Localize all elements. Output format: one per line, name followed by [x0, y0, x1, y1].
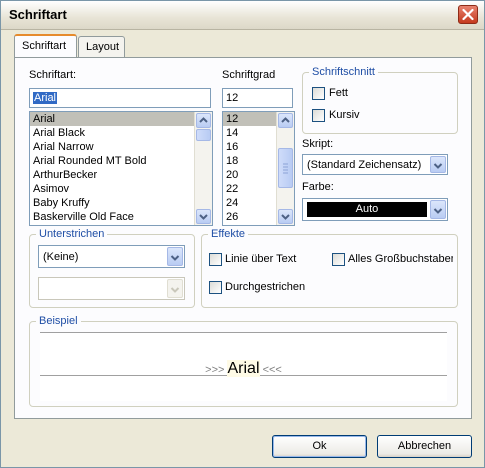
- script-select[interactable]: (Standard Zeichensatz): [302, 154, 448, 175]
- title-bar[interactable]: Schriftart: [1, 1, 484, 30]
- preview-left-marker: >>>: [205, 364, 225, 376]
- size-input[interactable]: 12: [222, 88, 293, 108]
- chevron-down-icon: [170, 255, 180, 261]
- chevron-down-icon: [170, 287, 180, 293]
- scroll-down-button[interactable]: [278, 209, 293, 224]
- list-item[interactable]: Arial Rounded MT Bold: [30, 154, 212, 168]
- script-dropdown-button[interactable]: [430, 156, 446, 173]
- strikethrough-checkbox[interactable]: [209, 281, 222, 294]
- preview-sample: Arial: [227, 360, 260, 377]
- bold-checkbox[interactable]: [312, 87, 325, 100]
- style-group: Schriftschnitt Fett Kursiv: [302, 66, 458, 134]
- list-item[interactable]: Baskerville Old Face: [30, 210, 212, 224]
- scroll-down-button[interactable]: [196, 209, 211, 224]
- list-item[interactable]: Baby Kruffy: [30, 196, 212, 210]
- overline-label: Linie über Text: [225, 253, 297, 265]
- underline-select[interactable]: (Keine): [38, 245, 185, 268]
- list-item[interactable]: Arial Narrow: [30, 140, 212, 154]
- font-dialog: Schriftart Schriftart Layout Schriftart:…: [0, 0, 485, 468]
- chevron-down-icon: [433, 163, 443, 169]
- preview-group: Beispiel >>> Arial <<<: [29, 315, 458, 407]
- size-list[interactable]: 12 14 16 18 20 22 24 26: [222, 111, 295, 226]
- preview-right-marker: <<<: [262, 364, 282, 376]
- chevron-down-icon: [433, 208, 443, 214]
- underline-group: Unterstrichen (Keine): [29, 228, 195, 308]
- chevron-up-icon: [199, 117, 208, 123]
- font-input-value: Arial: [33, 92, 58, 104]
- font-list-scrollbar[interactable]: [194, 112, 212, 225]
- list-item[interactable]: ArthurBecker: [30, 168, 212, 182]
- effects-group-title: Effekte: [208, 228, 249, 240]
- color-dropdown-button[interactable]: [430, 200, 446, 219]
- chevron-down-icon: [199, 214, 208, 220]
- font-label: Schriftart:: [29, 69, 77, 81]
- script-select-value: (Standard Zeichensatz): [307, 159, 422, 171]
- list-item[interactable]: Asimov: [30, 182, 212, 196]
- allcaps-checkbox[interactable]: [332, 253, 345, 266]
- color-swatch: Auto: [307, 202, 427, 217]
- color-select[interactable]: Auto: [302, 198, 448, 221]
- close-button[interactable]: [458, 5, 478, 24]
- underline-select-value: (Keine): [43, 251, 79, 263]
- italic-label: Kursiv: [329, 109, 360, 121]
- size-list-scrollbar[interactable]: [276, 112, 294, 225]
- style-group-title: Schriftschnitt: [309, 66, 378, 78]
- chevron-up-icon: [281, 117, 290, 123]
- tab-panel: Schriftart: Arial Arial Arial Black Aria…: [14, 57, 472, 419]
- allcaps-label: Alles Großbuchstaben: [348, 253, 453, 265]
- ok-button[interactable]: Ok: [272, 435, 367, 458]
- effects-group: Effekte Linie über Text Alles Großbuchst…: [201, 228, 458, 308]
- list-item[interactable]: Arial: [30, 112, 212, 126]
- scroll-thumb[interactable]: [196, 129, 211, 141]
- font-input[interactable]: Arial: [29, 88, 211, 108]
- cancel-button[interactable]: Abbrechen: [377, 435, 472, 458]
- underline-dropdown-button[interactable]: [167, 247, 183, 266]
- window-title: Schriftart: [9, 7, 67, 22]
- underline-color-select[interactable]: [38, 277, 185, 300]
- scroll-up-button[interactable]: [278, 113, 293, 128]
- bold-label: Fett: [329, 87, 348, 99]
- underline-group-title: Unterstrichen: [36, 228, 108, 240]
- preview-sample-row: >>> Arial <<<: [40, 360, 447, 378]
- size-label: Schriftgrad: [222, 69, 276, 81]
- preview-box: >>> Arial <<<: [40, 332, 447, 401]
- preview-group-title: Beispiel: [36, 315, 81, 327]
- underline-color-dropdown-button[interactable]: [167, 279, 183, 298]
- list-item[interactable]: Arial Black: [30, 126, 212, 140]
- scroll-up-button[interactable]: [196, 113, 211, 128]
- font-list[interactable]: Arial Arial Black Arial Narrow Arial Rou…: [29, 111, 213, 226]
- tab-layout[interactable]: Layout: [78, 36, 125, 57]
- grip-icon: [283, 163, 288, 174]
- strikethrough-label: Durchgestrichen: [225, 281, 306, 293]
- italic-checkbox[interactable]: [312, 109, 325, 122]
- script-label: Skript:: [302, 138, 334, 150]
- chevron-down-icon: [281, 214, 290, 220]
- overline-checkbox[interactable]: [209, 253, 222, 266]
- color-label: Farbe:: [302, 181, 334, 193]
- close-icon: [462, 8, 474, 21]
- scroll-thumb[interactable]: [278, 148, 293, 188]
- tab-schriftart[interactable]: Schriftart: [14, 34, 77, 57]
